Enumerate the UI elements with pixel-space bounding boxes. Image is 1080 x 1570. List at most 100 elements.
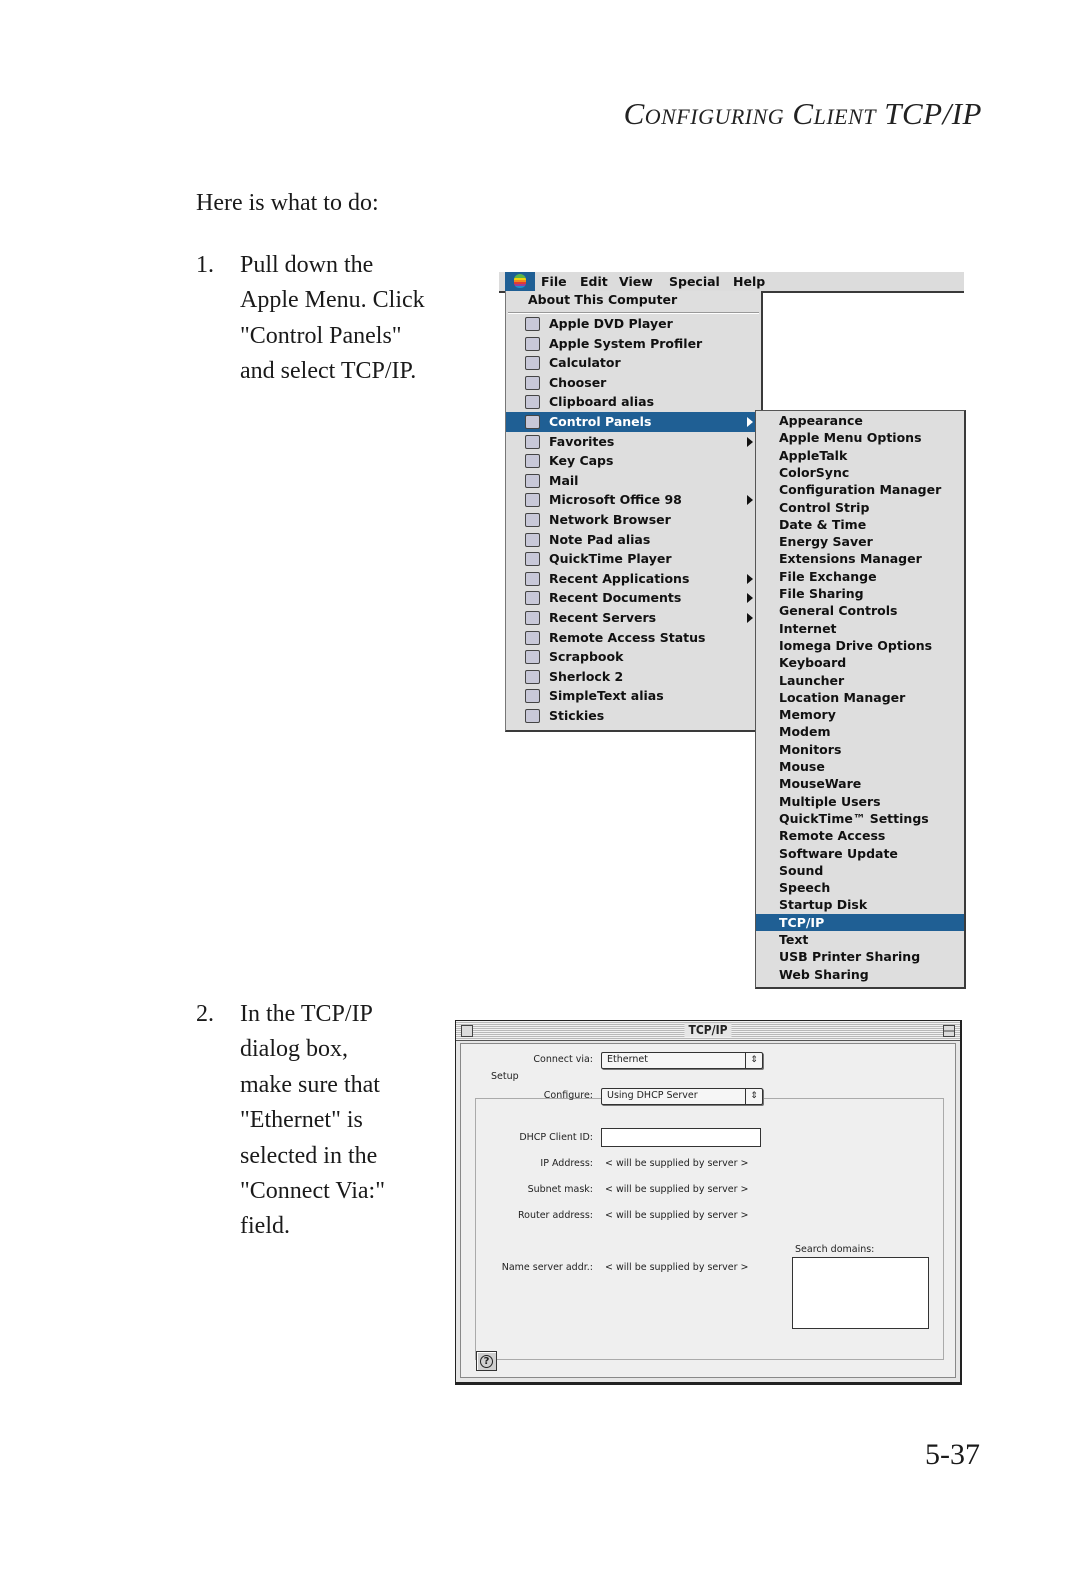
menu-item-label: Apple DVD Player xyxy=(549,316,673,331)
menu-item-label: Mouse xyxy=(779,759,825,774)
control-panel-item[interactable]: Internet xyxy=(756,620,964,637)
menu-edit[interactable]: Edit xyxy=(580,273,608,290)
menu-item-label: General Controls xyxy=(779,603,898,619)
menu-item-label: Recent Documents xyxy=(549,590,682,606)
control-panel-item[interactable]: AppleTalk xyxy=(756,447,964,464)
control-panel-item[interactable]: QuickTime™ Settings xyxy=(756,810,964,827)
quicktime-icon xyxy=(525,552,540,567)
apple-menu-item[interactable]: Mail xyxy=(506,471,755,491)
control-panel-item[interactable]: Launcher xyxy=(756,672,964,689)
control-panel-item[interactable]: Apple Menu Options xyxy=(756,429,964,446)
menu-item-label: TCP/IP xyxy=(779,914,825,930)
menu-item-label: Launcher xyxy=(779,672,845,688)
apple-menu-item[interactable]: Remote Access Status xyxy=(506,628,755,648)
dhcp-client-id-field[interactable] xyxy=(601,1128,761,1147)
menu-item-label: Memory xyxy=(779,707,836,723)
menu-help[interactable]: Help xyxy=(733,273,765,290)
menu-item-label: Control Panels xyxy=(549,414,652,429)
control-panel-item[interactable]: Multiple Users xyxy=(756,793,964,810)
control-panel-item[interactable]: Extensions Manager xyxy=(756,550,964,567)
apple-menu-item[interactable]: Recent Documents xyxy=(506,588,755,608)
menu-item-label: Extensions Manager xyxy=(779,551,922,567)
control-panel-item[interactable]: Memory xyxy=(756,706,964,723)
control-panel-item[interactable]: MouseWare xyxy=(756,775,964,792)
router-address-value: < will be supplied by server > xyxy=(605,1210,749,1221)
control-panel-item[interactable]: Control Strip xyxy=(756,499,964,516)
control-panel-item[interactable]: Energy Saver xyxy=(756,533,964,550)
apple-menu-item[interactable]: Clipboard alias xyxy=(506,392,755,412)
control-panel-item[interactable]: Remote Access xyxy=(756,827,964,844)
apple-menu-item[interactable]: Recent Applications xyxy=(506,569,755,589)
apple-menu-item[interactable]: Control Panels xyxy=(506,412,755,432)
control-panel-item[interactable]: Text xyxy=(756,931,964,948)
menu-item-label: Monitors xyxy=(779,741,842,757)
control-panel-item[interactable]: Startup Disk xyxy=(756,896,964,913)
menu-item-label: Calculator xyxy=(549,355,621,371)
control-panel-item[interactable]: Configuration Manager xyxy=(756,481,964,498)
name-server-value: < will be supplied by server > xyxy=(605,1262,749,1273)
control-panel-item[interactable]: Modem xyxy=(756,723,964,740)
submenu-arrow-icon xyxy=(747,573,753,584)
control-panel-item[interactable]: Sound xyxy=(756,862,964,879)
updown-arrows-icon: ⇕ xyxy=(745,1053,762,1068)
apple-menu-item[interactable]: Recent Servers xyxy=(506,608,755,628)
title-bar[interactable]: TCP/IP xyxy=(456,1021,960,1041)
menu-item-label: Key Caps xyxy=(549,453,614,469)
apple-menu-item[interactable]: Key Caps xyxy=(506,451,755,471)
configure-value: Using DHCP Server xyxy=(607,1090,698,1101)
apple-menu-item[interactable]: SimpleText alias xyxy=(506,686,755,706)
apple-menu-button[interactable] xyxy=(505,272,535,291)
control-panel-item[interactable]: Appearance xyxy=(756,412,964,429)
apple-menu-item[interactable]: Chooser xyxy=(506,373,755,393)
apple-menu-item[interactable]: Sherlock 2 xyxy=(506,667,755,687)
control-panel-item[interactable]: Location Manager xyxy=(756,689,964,706)
control-panel-item[interactable]: TCP/IP xyxy=(756,913,964,931)
dialog-content: Connect via: Ethernet ⇕ Setup Configure:… xyxy=(460,1043,956,1378)
configure-select[interactable]: Using DHCP Server ⇕ xyxy=(601,1088,763,1105)
control-panel-item[interactable]: Date & Time xyxy=(756,516,964,533)
menu-item-label: Recent Servers xyxy=(549,610,657,625)
apple-menu-item[interactable]: Microsoft Office 98 xyxy=(506,490,755,510)
apple-menu-item[interactable]: Scrapbook xyxy=(506,647,755,667)
connect-via-select[interactable]: Ethernet ⇕ xyxy=(601,1052,763,1069)
menu-item-label: File Sharing xyxy=(779,586,864,601)
close-box-icon[interactable] xyxy=(461,1025,473,1037)
apple-menu-item[interactable]: Calculator xyxy=(506,353,755,373)
control-panel-item[interactable]: File Sharing xyxy=(756,585,964,602)
dvd-icon xyxy=(525,317,540,331)
menu-item-label: Location Manager xyxy=(779,689,906,705)
apple-menu-item[interactable]: Apple DVD Player xyxy=(506,314,755,334)
control-panel-item[interactable]: Keyboard xyxy=(756,654,964,671)
control-panel-item[interactable]: Web Sharing xyxy=(756,966,964,983)
apple-menu-item[interactable]: QuickTime Player xyxy=(506,549,755,569)
menu-item-about-this-computer[interactable]: About This Computer xyxy=(528,292,677,307)
clipboard-icon xyxy=(525,395,540,410)
running-head-word: Configuring xyxy=(623,96,785,131)
configure-label: Configure: xyxy=(543,1090,593,1101)
control-panel-item[interactable]: General Controls xyxy=(756,602,964,619)
apple-menu-item[interactable]: Network Browser xyxy=(506,510,755,530)
collapse-box-icon[interactable] xyxy=(943,1025,955,1037)
menu-item-label: Microsoft Office 98 xyxy=(549,492,682,508)
control-panel-item[interactable]: Software Update xyxy=(756,845,964,862)
control-panel-item[interactable]: Speech xyxy=(756,879,964,896)
menu-file[interactable]: File xyxy=(541,273,567,290)
control-panel-item[interactable]: ColorSync xyxy=(756,464,964,481)
menu-view[interactable]: View xyxy=(619,273,653,290)
apple-menu-item[interactable]: Stickies xyxy=(506,706,755,726)
help-button[interactable]: ? xyxy=(476,1351,497,1371)
menu-item-label: Modem xyxy=(779,724,831,740)
control-panel-item[interactable]: File Exchange xyxy=(756,568,964,585)
control-panel-item[interactable]: Iomega Drive Options xyxy=(756,637,964,654)
apple-menu-item[interactable]: Favorites xyxy=(506,432,755,452)
control-panel-item[interactable]: Monitors xyxy=(756,741,964,758)
apple-menu-item[interactable]: Apple System Profiler xyxy=(506,334,755,354)
apple-menu-item[interactable]: Note Pad alias xyxy=(506,530,755,550)
control-panel-item[interactable]: Mouse xyxy=(756,758,964,775)
menu-special[interactable]: Special xyxy=(669,273,720,290)
name-server-label: Name server addr.: xyxy=(501,1262,593,1273)
control-panel-item[interactable]: USB Printer Sharing xyxy=(756,948,964,965)
submenu-arrow-icon xyxy=(747,593,753,604)
page-number: 5-37 xyxy=(925,1438,980,1471)
search-domains-field[interactable] xyxy=(792,1257,929,1329)
